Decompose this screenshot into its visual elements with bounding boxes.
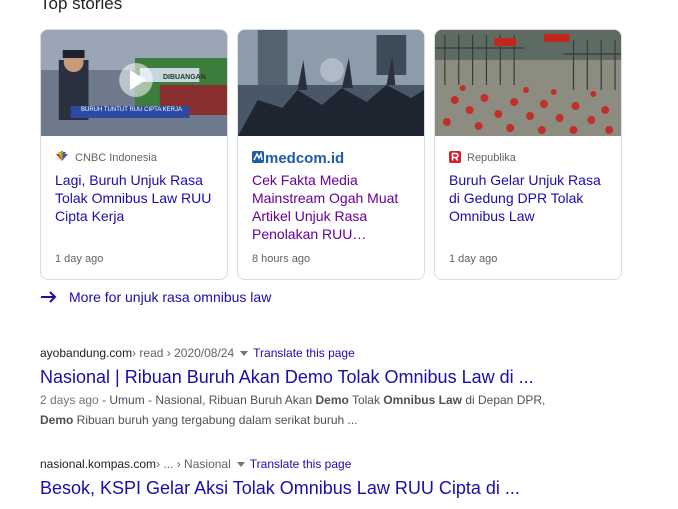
snippet-text: Ribuan buruh yang tergabung dalam serika… [73, 413, 358, 427]
result-domain: ayobandung.com [40, 346, 133, 360]
news-age: 1 day ago [55, 253, 104, 265]
news-age: 8 hours ago [252, 253, 311, 265]
thumbnail-caption: BURUH TUNTUT RUU CIPTA KERJA [81, 107, 183, 113]
translate-link[interactable]: Translate this page [253, 346, 355, 360]
news-card-cnbc[interactable]: BURUH TUNTUT RUU CIPTA KERJA DIBUANGAN C… [40, 29, 228, 280]
result-title[interactable]: Besok, KSPI Gelar Aksi Tolak Omnibus Law… [40, 478, 520, 499]
news-age: 1 day ago [449, 253, 498, 265]
news-thumbnail-1[interactable]: BURUH TUNTUT RUU CIPTA KERJA DIBUANGAN [41, 30, 227, 136]
translate-link[interactable]: Translate this page [250, 457, 352, 471]
news-source-name: medcom.id [265, 149, 345, 167]
top-stories-heading: Top stories [40, 0, 123, 13]
snippet-highlight: Demo [40, 413, 74, 427]
snippet-text: Tolak [348, 393, 384, 407]
result-date: 2 days ago [40, 393, 99, 407]
result-snippet: 2 days ago - Umum - Nasional, Ribuan Bur… [40, 390, 580, 430]
snippet-text: di Depan DPR, [461, 393, 546, 407]
thumbnail-banner-text: DIBUANGAN [163, 74, 206, 81]
snippet-highlight: Demo [315, 393, 349, 407]
cnbc-peacock-icon [55, 151, 69, 165]
more-news-label: More for unjuk rasa omnibus law [69, 289, 272, 305]
news-thumbnail-3[interactable] [435, 30, 621, 136]
news-headline[interactable]: Lagi, Buruh Unjuk Rasa Tolak Omnibus Law… [55, 171, 220, 225]
result-url: ayobandung.com › read › 2020/08/24 Trans… [40, 345, 580, 361]
result-url: nasional.kompas.com › ... › Nasional Tra… [40, 456, 520, 472]
news-source: Republika [449, 150, 516, 166]
news-source-name: Republika [467, 152, 516, 164]
news-card-medcom[interactable]: medcom.id Cek Fakta Media Mainstream Oga… [237, 29, 425, 280]
medcom-logo [252, 150, 264, 166]
result-title[interactable]: Nasional | Ribuan Buruh Akan Demo Tolak … [40, 367, 580, 388]
news-source: medcom.id [252, 149, 345, 167]
search-result-2: nasional.kompas.com › ... › Nasional Tra… [40, 456, 520, 499]
result-path: › read › 2020/08/24 [132, 346, 235, 360]
snippet-highlight: Omnibus Law [383, 393, 462, 407]
caret-down-icon[interactable] [240, 350, 249, 356]
search-result-1: ayobandung.com › read › 2020/08/24 Trans… [40, 345, 580, 430]
news-source-name: CNBC Indonesia [75, 152, 157, 164]
snippet-text: - Umum - Nasional, Ribuan Buruh Akan [98, 393, 316, 407]
news-source: CNBC Indonesia [55, 151, 157, 165]
caret-down-icon[interactable] [236, 461, 245, 467]
news-headline[interactable]: Buruh Gelar Unjuk Rasa di Gedung DPR Tol… [449, 171, 614, 225]
result-path: › ... › Nasional [156, 457, 231, 471]
arrow-right-icon [41, 291, 57, 303]
more-news-link[interactable]: More for unjuk rasa omnibus law [40, 289, 271, 305]
republika-r-icon [449, 150, 461, 166]
news-thumbnail-2[interactable] [238, 30, 424, 136]
news-card-republika[interactable]: Republika Buruh Gelar Unjuk Rasa di Gedu… [434, 29, 622, 280]
result-domain: nasional.kompas.com [40, 457, 157, 471]
news-headline[interactable]: Cek Fakta Media Mainstream Ogah Muat Art… [252, 171, 417, 243]
